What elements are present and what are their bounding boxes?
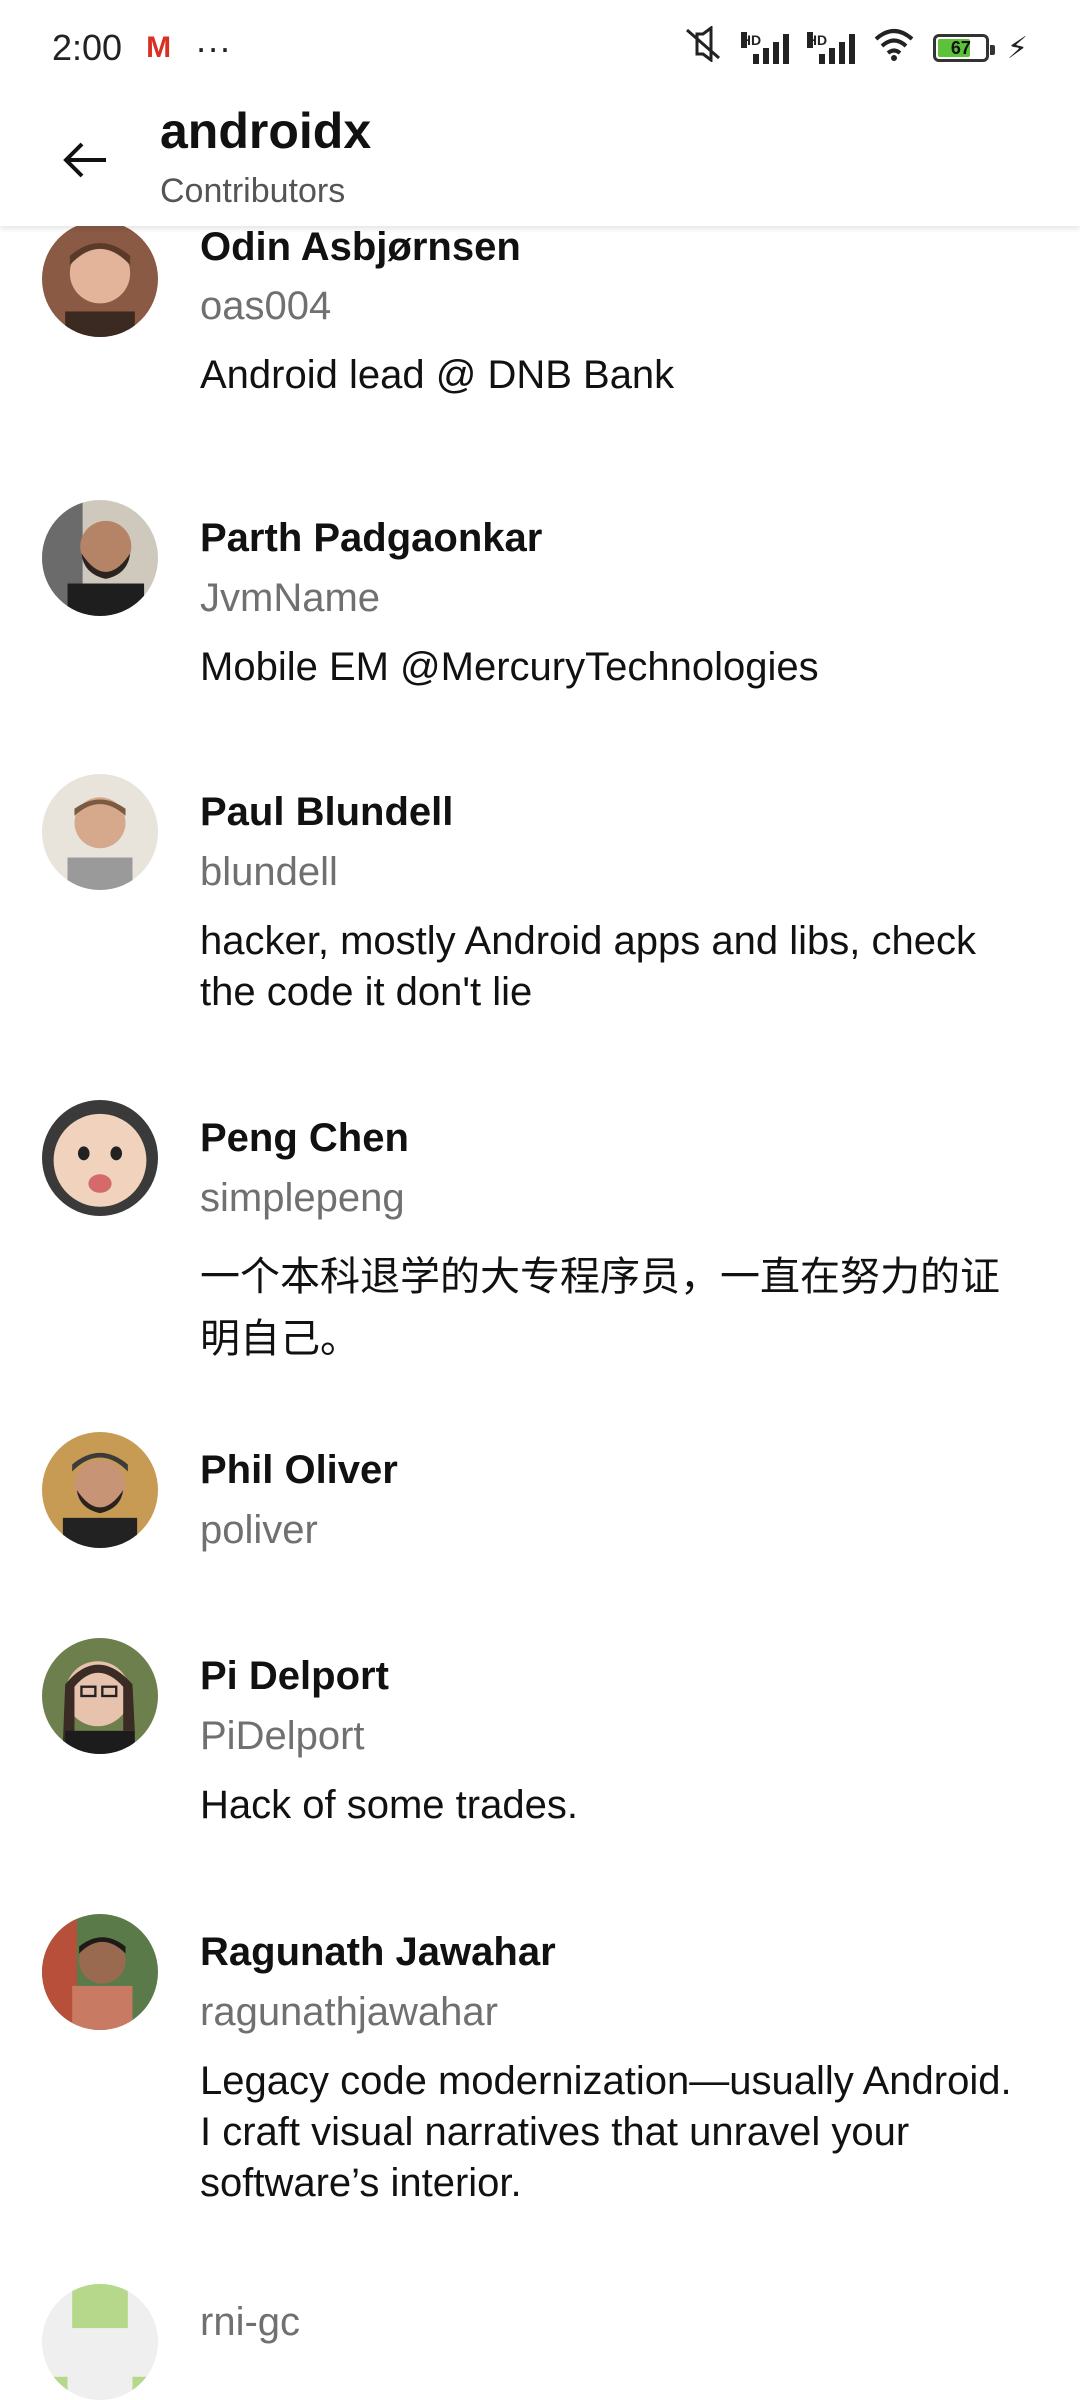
contributor-login: simplepeng xyxy=(200,1176,405,1220)
contributor-login: poliver xyxy=(200,1508,318,1552)
avatar xyxy=(42,1638,158,1754)
contributor-name: Peng Chen xyxy=(200,1116,409,1160)
app-bar: androidx Contributors xyxy=(0,96,1080,226)
page-subtitle: Contributors xyxy=(160,172,346,210)
clock: 2:00 xyxy=(52,27,123,68)
contributor-item[interactable]: Odin Asbjørnsen oas004 Android lead @ DN… xyxy=(0,221,1080,486)
avatar xyxy=(42,1914,158,2030)
gmail-icon: M xyxy=(146,31,172,64)
page-title: androidx xyxy=(160,103,372,159)
avatar xyxy=(42,1100,158,1216)
avatar xyxy=(42,500,158,616)
contributor-bio: hacker, mostly Android apps and libs, ch… xyxy=(200,919,976,1014)
arrow-back-icon xyxy=(63,142,106,178)
contributor-login: ragunathjawahar xyxy=(200,1990,498,2034)
contributor-bio: 一个本科退学的大专程序员，一直在努力的证明自己。 xyxy=(200,1255,1000,1361)
status-bar-left: 2:00 M ··· xyxy=(52,27,231,69)
status-bar: 2:00 M ··· HD HD 67 ⚡ xyxy=(0,0,1080,96)
avatar xyxy=(42,2284,158,2400)
contributor-login: PiDelport xyxy=(200,1714,365,1758)
contributor-item[interactable]: Peng Chen simplepeng 一个本科退学的大专程序员，一直在努力的… xyxy=(0,1086,1080,1426)
contributor-login: oas004 xyxy=(200,284,332,328)
avatar xyxy=(42,774,158,890)
contributor-item[interactable]: Parth Padgaonkar JvmName Mobile EM @Merc… xyxy=(0,486,1080,760)
more-notifications-icon: ··· xyxy=(195,27,232,68)
contributor-login: blundell xyxy=(200,850,338,894)
battery-level: 67 xyxy=(950,37,971,58)
contributor-item[interactable]: Paul Blundell blundell hacker, mostly An… xyxy=(0,760,1080,1086)
battery-icon: 67 xyxy=(932,34,995,62)
contributor-name: Ragunath Jawahar xyxy=(200,1930,556,1974)
contributor-item[interactable]: rni-gc xyxy=(0,2282,1080,2400)
contributor-bio: Android lead @ DNB Bank xyxy=(200,353,675,397)
contributor-name: Paul Blundell xyxy=(200,790,454,834)
contributor-login: JvmName xyxy=(200,576,381,620)
contributor-login: rni-gc xyxy=(200,2300,301,2344)
avatar xyxy=(42,221,158,337)
contributor-bio: Mobile EM @MercuryTechnologies xyxy=(200,645,819,689)
contributor-item[interactable]: Phil Oliver poliver xyxy=(0,1426,1080,1630)
contributor-bio: Hack of some trades. xyxy=(200,1783,578,1827)
contributor-name: Parth Padgaonkar xyxy=(200,516,543,560)
status-bar-right: HD HD 67 ⚡ xyxy=(683,24,1028,71)
contributor-item[interactable]: Ragunath Jawahar ragunathjawahar Legacy … xyxy=(0,1906,1080,2282)
mute-icon xyxy=(683,24,723,71)
back-button[interactable] xyxy=(50,124,122,196)
contributor-name: Pi Delport xyxy=(200,1654,389,1698)
signal-icon-1: HD xyxy=(740,32,789,64)
charging-icon: ⚡ xyxy=(1006,31,1028,65)
contributor-bio: Legacy code modernization—usually Androi… xyxy=(200,2059,1012,2205)
contributor-item[interactable]: Pi Delport PiDelport Hack of some trades… xyxy=(0,1630,1080,1906)
signal-icon-2: HD xyxy=(806,32,855,64)
avatar xyxy=(42,1432,158,1548)
wifi-icon xyxy=(873,27,915,70)
contributor-name: Odin Asbjørnsen xyxy=(200,225,521,269)
contributor-name: Phil Oliver xyxy=(200,1448,398,1492)
